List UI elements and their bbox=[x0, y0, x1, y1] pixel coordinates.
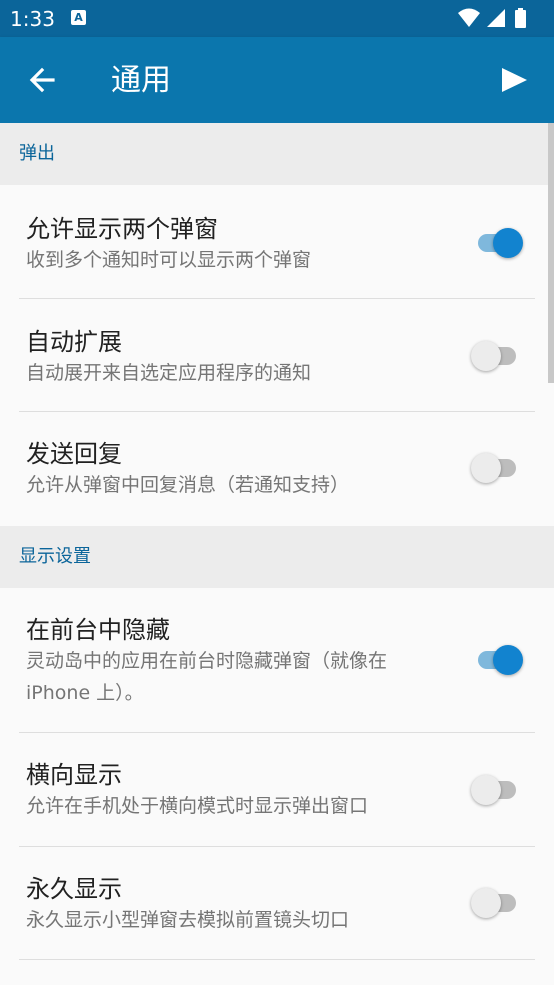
setting-title: 发送回复 bbox=[26, 440, 122, 468]
section-header-label: 显示设置 bbox=[19, 546, 91, 567]
setting-summary: 永久显示小型弹窗去模拟前置镜头切口 bbox=[26, 909, 350, 931]
section-header-display: 显示设置 bbox=[0, 526, 554, 588]
setting-summary: 自动展开来自选定应用程序的通知 bbox=[26, 362, 312, 384]
toolbar: 通用 bbox=[0, 37, 554, 123]
battery-icon bbox=[515, 10, 526, 28]
setting-permanent-display[interactable]: 永久显示 永久显示小型弹窗去模拟前置镜头切口 bbox=[19, 847, 535, 960]
setting-allow-two-popups[interactable]: 允许显示两个弹窗 收到多个通知时可以显示两个弹窗 bbox=[19, 185, 535, 299]
switch-thumb bbox=[471, 341, 501, 371]
setting-summary: 收到多个通知时可以显示两个弹窗 bbox=[26, 249, 312, 271]
status-icons bbox=[458, 8, 526, 28]
setting-hide-in-foreground[interactable]: 在前台中隐藏 灵动岛中的应用在前台时隐藏弹窗（就像在 iPhone 上）。 bbox=[19, 588, 535, 733]
settings-list: 弹出 允许显示两个弹窗 收到多个通知时可以显示两个弹窗 自动扩展 自动展开来自选… bbox=[0, 123, 554, 960]
setting-title: 永久显示 bbox=[26, 875, 122, 903]
switch-thumb bbox=[471, 453, 501, 483]
scrollbar[interactable] bbox=[548, 123, 554, 383]
status-bar: 1:33 A bbox=[0, 0, 554, 37]
switch-thumb bbox=[471, 775, 501, 805]
setting-send-reply[interactable]: 发送回复 允许从弹窗中回复消息（若通知支持） bbox=[19, 412, 535, 526]
status-time: 1:33 bbox=[10, 7, 55, 31]
setting-summary: 允许在手机处于横向模式时显示弹出窗口 bbox=[26, 795, 369, 817]
send-reply-switch[interactable] bbox=[471, 449, 523, 483]
switch-thumb bbox=[493, 228, 523, 258]
permanent-display-switch[interactable] bbox=[471, 884, 523, 918]
setting-landscape-display[interactable]: 横向显示 允许在手机处于横向模式时显示弹出窗口 bbox=[19, 733, 535, 847]
switch-thumb bbox=[471, 888, 501, 918]
setting-title: 自动扩展 bbox=[26, 328, 122, 356]
auto-expand-switch[interactable] bbox=[471, 337, 523, 371]
landscape-display-switch[interactable] bbox=[471, 771, 523, 805]
signal-icon bbox=[487, 9, 505, 27]
setting-title: 横向显示 bbox=[26, 761, 122, 789]
section-header-label: 弹出 bbox=[19, 143, 55, 164]
section-header-popup: 弹出 bbox=[0, 123, 554, 185]
setting-summary: 灵动岛中的应用在前台时隐藏弹窗（就像在 iPhone 上）。 bbox=[26, 650, 388, 704]
setting-title: 在前台中隐藏 bbox=[26, 616, 170, 644]
wifi-icon bbox=[458, 8, 480, 27]
hide-in-foreground-switch[interactable] bbox=[471, 641, 523, 675]
page-title: 通用 bbox=[111, 63, 171, 98]
switch-thumb bbox=[493, 645, 523, 675]
allow-two-popups-switch[interactable] bbox=[471, 224, 523, 258]
play-icon[interactable] bbox=[494, 60, 534, 100]
arrow-left-icon[interactable] bbox=[22, 58, 66, 102]
notification-badge-icon: A bbox=[71, 10, 86, 25]
setting-auto-expand[interactable]: 自动扩展 自动展开来自选定应用程序的通知 bbox=[19, 299, 535, 412]
setting-summary: 允许从弹窗中回复消息（若通知支持） bbox=[26, 474, 350, 496]
setting-title: 允许显示两个弹窗 bbox=[26, 215, 218, 243]
